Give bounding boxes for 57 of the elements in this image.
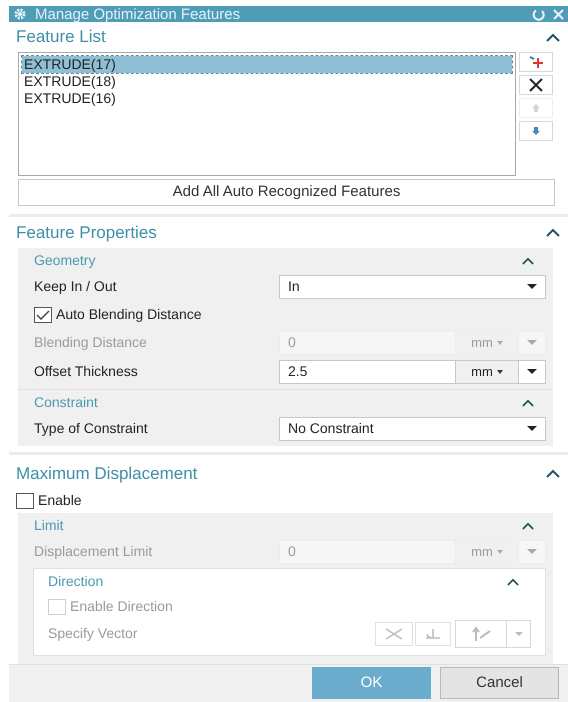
close-icon[interactable] <box>553 8 564 20</box>
section-title: Maximum Displacement <box>16 463 198 486</box>
options-dropdown[interactable] <box>518 360 546 384</box>
number-field[interactable]: 2.5 <box>279 360 456 384</box>
checkbox-label: Enable Direction <box>70 597 173 616</box>
collapse-caret-icon[interactable] <box>507 578 519 586</box>
arrow-up-icon <box>531 103 541 114</box>
list-tool-button[interactable] <box>519 75 553 96</box>
group-title: Direction <box>48 572 104 592</box>
checkbox-label: Enable <box>38 491 82 510</box>
feature-list-item[interactable]: EXTRUDE(16) <box>22 90 512 108</box>
collapse-caret-icon[interactable] <box>522 398 534 407</box>
reset-icon[interactable] <box>532 8 545 21</box>
arrow-down-icon <box>531 126 541 136</box>
field-label: Keep In / Out <box>34 277 118 296</box>
group-title: Geometry <box>34 251 96 270</box>
dropdown[interactable]: No Constraint <box>279 416 546 441</box>
dropdown-arrow-icon <box>527 340 537 346</box>
add-plus-icon <box>528 55 544 70</box>
field-label: Specify Vector <box>48 624 138 644</box>
dropdown-arrow-icon <box>527 548 537 555</box>
collapse-caret-icon[interactable] <box>546 469 560 478</box>
dropdown-arrow-icon <box>514 632 522 636</box>
group-title: Limit <box>34 516 64 536</box>
checkbox[interactable] <box>16 492 34 509</box>
collapse-caret-icon[interactable] <box>522 256 534 265</box>
add-all-button[interactable]: Add All Auto Recognized Features <box>18 179 555 206</box>
section-title: Feature List <box>16 26 106 48</box>
section-title: Feature Properties <box>16 222 157 244</box>
feature-list-item[interactable]: EXTRUDE(17) <box>22 56 512 74</box>
dropdown-arrow-icon <box>527 368 537 375</box>
checkbox[interactable] <box>34 306 52 323</box>
field-label: Type of Constraint <box>34 419 149 438</box>
window-title: Manage Optimization Features <box>35 6 242 22</box>
vector-arrow-icon <box>470 626 492 642</box>
group-title: Constraint <box>34 393 98 412</box>
dropdown[interactable]: In <box>279 274 546 299</box>
check-icon <box>36 310 50 320</box>
field-label: Displacement Limit <box>34 542 154 562</box>
collapse-caret-icon[interactable] <box>546 32 560 42</box>
dropdown-arrow-icon <box>527 426 537 432</box>
collapse-caret-icon[interactable] <box>546 228 560 238</box>
checkbox-label: Auto Blending Distance <box>56 305 202 324</box>
caret-icon <box>496 340 503 345</box>
gear-icon <box>13 7 27 22</box>
feature-list-item[interactable]: EXTRUDE(18) <box>22 73 512 90</box>
field-label: Blending Distance <box>34 333 148 352</box>
unit-dropdown[interactable]: mm <box>456 360 518 384</box>
cancel-button[interactable]: Cancel <box>440 667 559 700</box>
caret-icon <box>496 550 503 554</box>
dropdown-arrow-icon <box>527 284 537 290</box>
collapse-caret-icon[interactable] <box>522 522 534 530</box>
cross-arrows-icon <box>384 628 404 640</box>
field-label: Offset Thickness <box>34 362 139 382</box>
axis-icon <box>424 628 442 640</box>
caret-icon <box>496 370 503 374</box>
close-x-icon <box>529 78 543 92</box>
